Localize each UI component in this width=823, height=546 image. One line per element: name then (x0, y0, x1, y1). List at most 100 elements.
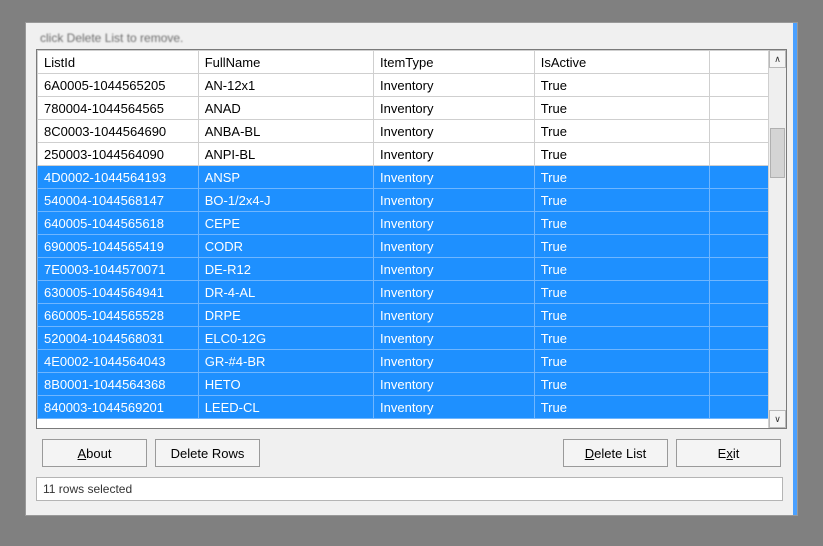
table-row[interactable]: 250003-1044564090ANPI-BLInventoryTrue (38, 143, 769, 166)
col-header-fullname[interactable]: FullName (198, 51, 373, 74)
exit-button[interactable]: Exit (676, 439, 781, 467)
cell-isactive[interactable]: True (534, 74, 709, 97)
cell-listid[interactable]: 630005-1044564941 (38, 281, 199, 304)
cell-itemtype[interactable]: Inventory (374, 212, 535, 235)
table-row[interactable]: 8B0001-1044564368HETOInventoryTrue (38, 373, 769, 396)
delete-list-button[interactable]: Delete List (563, 439, 668, 467)
cell-fullname[interactable]: AN-12x1 (198, 74, 373, 97)
table-row[interactable]: 4E0002-1044564043GR-#4-BRInventoryTrue (38, 350, 769, 373)
cell-itemtype[interactable]: Inventory (374, 281, 535, 304)
cell-fullname[interactable]: CEPE (198, 212, 373, 235)
cell-isactive[interactable]: True (534, 166, 709, 189)
delete-list-label: elete List (594, 446, 646, 461)
cell-listid[interactable]: 660005-1044565528 (38, 304, 199, 327)
cell-itemtype[interactable]: Inventory (374, 396, 535, 419)
table-row[interactable]: 840003-1044569201LEED-CLInventoryTrue (38, 396, 769, 419)
cell-itemtype[interactable]: Inventory (374, 258, 535, 281)
col-header-isactive[interactable]: IsActive (534, 51, 709, 74)
cell-itemtype[interactable]: Inventory (374, 120, 535, 143)
scroll-track[interactable] (769, 68, 786, 410)
cell-listid[interactable]: 690005-1044565419 (38, 235, 199, 258)
cell-listid[interactable]: 8B0001-1044564368 (38, 373, 199, 396)
table-row[interactable]: 6A0005-1044565205AN-12x1InventoryTrue (38, 74, 769, 97)
cell-fullname[interactable]: GR-#4-BR (198, 350, 373, 373)
cell-isactive[interactable]: True (534, 258, 709, 281)
cell-itemtype[interactable]: Inventory (374, 327, 535, 350)
window-accent-bar (793, 23, 797, 515)
cell-fullname[interactable]: ELC0-12G (198, 327, 373, 350)
cell-itemtype[interactable]: Inventory (374, 97, 535, 120)
cell-fullname[interactable]: CODR (198, 235, 373, 258)
cell-listid[interactable]: 840003-1044569201 (38, 396, 199, 419)
scroll-thumb[interactable] (770, 128, 785, 178)
cell-fullname[interactable]: ANSP (198, 166, 373, 189)
cell-itemtype[interactable]: Inventory (374, 143, 535, 166)
table-row[interactable]: 7E0003-1044570071DE-R12InventoryTrue (38, 258, 769, 281)
table-row[interactable]: 540004-1044568147BO-1/2x4-JInventoryTrue (38, 189, 769, 212)
button-row: About Delete Rows Delete List Exit (36, 429, 787, 473)
cell-spacer (710, 166, 768, 189)
cell-listid[interactable]: 250003-1044564090 (38, 143, 199, 166)
cell-spacer (710, 120, 768, 143)
cell-isactive[interactable]: True (534, 350, 709, 373)
cell-fullname[interactable]: HETO (198, 373, 373, 396)
table-row[interactable]: 630005-1044564941DR-4-ALInventoryTrue (38, 281, 769, 304)
scroll-up-button[interactable]: ∧ (769, 50, 786, 68)
cell-isactive[interactable]: True (534, 143, 709, 166)
cell-isactive[interactable]: True (534, 120, 709, 143)
cell-itemtype[interactable]: Inventory (374, 189, 535, 212)
cell-listid[interactable]: 640005-1044565618 (38, 212, 199, 235)
cell-fullname[interactable]: DRPE (198, 304, 373, 327)
table-row[interactable]: 4D0002-1044564193ANSPInventoryTrue (38, 166, 769, 189)
delete-rows-button[interactable]: Delete Rows (155, 439, 260, 467)
cell-itemtype[interactable]: Inventory (374, 166, 535, 189)
cell-fullname[interactable]: DE-R12 (198, 258, 373, 281)
cell-isactive[interactable]: True (534, 396, 709, 419)
table-row[interactable]: 780004-1044564565ANADInventoryTrue (38, 97, 769, 120)
cell-listid[interactable]: 780004-1044564565 (38, 97, 199, 120)
cell-listid[interactable]: 540004-1044568147 (38, 189, 199, 212)
cell-listid[interactable]: 8C0003-1044564690 (38, 120, 199, 143)
cell-fullname[interactable]: LEED-CL (198, 396, 373, 419)
vertical-scrollbar[interactable]: ∧ ∨ (768, 50, 786, 428)
cell-isactive[interactable]: True (534, 281, 709, 304)
cell-itemtype[interactable]: Inventory (374, 74, 535, 97)
dialog-window: click Delete List to remove. ListId Full… (25, 22, 798, 516)
cell-isactive[interactable]: True (534, 212, 709, 235)
cell-fullname[interactable]: DR-4-AL (198, 281, 373, 304)
cell-isactive[interactable]: True (534, 327, 709, 350)
cell-itemtype[interactable]: Inventory (374, 304, 535, 327)
cell-listid[interactable]: 4D0002-1044564193 (38, 166, 199, 189)
cell-isactive[interactable]: True (534, 304, 709, 327)
cell-isactive[interactable]: True (534, 97, 709, 120)
table-row[interactable]: 660005-1044565528DRPEInventoryTrue (38, 304, 769, 327)
cell-spacer (710, 97, 768, 120)
table-row[interactable]: 520004-1044568031ELC0-12GInventoryTrue (38, 327, 769, 350)
cell-listid[interactable]: 7E0003-1044570071 (38, 258, 199, 281)
col-header-listid[interactable]: ListId (38, 51, 199, 74)
cell-spacer (710, 258, 768, 281)
cell-fullname[interactable]: BO-1/2x4-J (198, 189, 373, 212)
cell-itemtype[interactable]: Inventory (374, 373, 535, 396)
cell-listid[interactable]: 6A0005-1044565205 (38, 74, 199, 97)
col-header-itemtype[interactable]: ItemType (374, 51, 535, 74)
table-row[interactable]: 640005-1044565618CEPEInventoryTrue (38, 212, 769, 235)
cell-fullname[interactable]: ANBA-BL (198, 120, 373, 143)
table-row[interactable]: 8C0003-1044564690ANBA-BLInventoryTrue (38, 120, 769, 143)
cell-itemtype[interactable]: Inventory (374, 350, 535, 373)
items-table[interactable]: ListId FullName ItemType IsActive 6A0005… (37, 50, 768, 419)
cell-spacer (710, 350, 768, 373)
cell-isactive[interactable]: True (534, 189, 709, 212)
cell-itemtype[interactable]: Inventory (374, 235, 535, 258)
cell-isactive[interactable]: True (534, 373, 709, 396)
table-row[interactable]: 690005-1044565419CODRInventoryTrue (38, 235, 769, 258)
cell-fullname[interactable]: ANPI-BL (198, 143, 373, 166)
cell-fullname[interactable]: ANAD (198, 97, 373, 120)
col-header-spacer (710, 51, 768, 74)
scroll-down-button[interactable]: ∨ (769, 410, 786, 428)
cell-isactive[interactable]: True (534, 235, 709, 258)
cell-spacer (710, 396, 768, 419)
cell-listid[interactable]: 4E0002-1044564043 (38, 350, 199, 373)
cell-listid[interactable]: 520004-1044568031 (38, 327, 199, 350)
about-button[interactable]: About (42, 439, 147, 467)
